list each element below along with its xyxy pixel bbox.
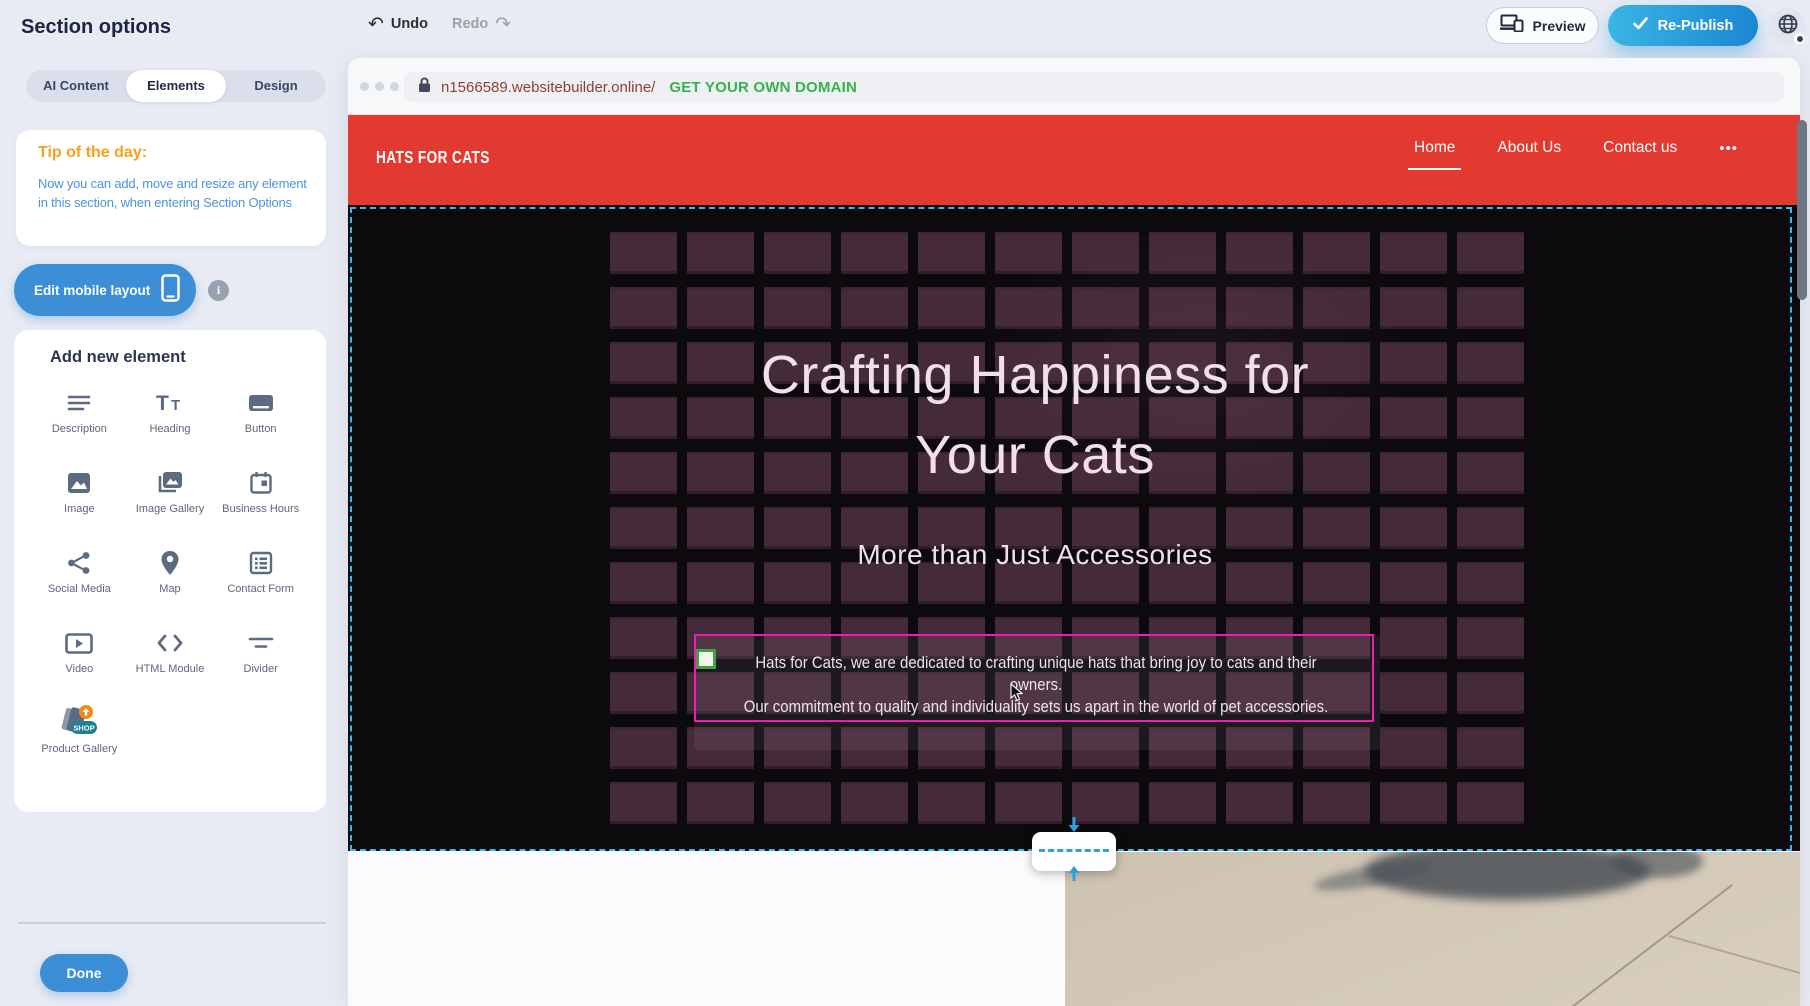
heading-icon: TT	[155, 386, 185, 420]
business-hours-icon	[249, 466, 273, 500]
html-module-icon	[156, 626, 184, 660]
address-bar[interactable]: n1566589.websitebuilder.online/ GET YOUR…	[404, 72, 1784, 102]
add-new-element-panel: Add new element Description TT Heading B…	[14, 330, 326, 812]
add-item-video[interactable]: Video	[34, 626, 125, 701]
undo-icon: ↶	[368, 14, 384, 34]
hero-paragraph: Hats for Cats, we are dedicated to craft…	[739, 652, 1334, 718]
mouse-cursor-icon	[1010, 683, 1023, 707]
edit-mobile-layout-button[interactable]: Edit mobile layout	[14, 264, 196, 316]
info-icon[interactable]: i	[208, 280, 229, 301]
undo-label: Undo	[391, 16, 428, 32]
add-item-business-hours[interactable]: Business Hours	[215, 466, 306, 541]
floor-photo	[1065, 852, 1800, 1006]
hero-section[interactable]: Crafting Happiness for Your Cats More th…	[348, 205, 1800, 851]
nav-home[interactable]: Home	[1414, 139, 1455, 166]
panel-divider	[18, 922, 326, 924]
add-item-map[interactable]: Map	[125, 546, 216, 621]
hero-heading-line2: Your Cats	[585, 415, 1485, 495]
redo-label: Redo	[452, 16, 488, 32]
tile-grout-line	[1571, 884, 1733, 1006]
add-item-heading[interactable]: TT Heading	[125, 386, 216, 461]
social-media-icon	[67, 546, 91, 580]
check-icon	[1633, 17, 1648, 35]
add-item-button[interactable]: Button	[215, 386, 306, 461]
devices-icon	[1500, 14, 1524, 37]
panel-tabs: AI Content Elements Design	[26, 70, 326, 102]
site-nav: Home About Us Contact us •••	[1414, 139, 1738, 166]
tab-ai-content[interactable]: AI Content	[26, 70, 126, 102]
hero-paragraph-line1: Hats for Cats, we are dedicated to craft…	[739, 652, 1334, 696]
add-element-title: Add new element	[50, 348, 186, 367]
add-item-image[interactable]: Image	[34, 466, 125, 541]
tab-design[interactable]: Design	[226, 70, 326, 102]
site-header: HATS FOR CATS Home About Us Contact us •…	[348, 115, 1800, 205]
site-url: n1566589.websitebuilder.online/	[441, 79, 655, 96]
app-window: ↶ Undo Redo ↷ Preview Re-Publish Section…	[0, 0, 1810, 1006]
divider-icon	[248, 626, 274, 660]
preview-label: Preview	[1533, 18, 1586, 34]
add-item-divider[interactable]: Divider	[215, 626, 306, 701]
redo-button[interactable]: Redo ↷	[452, 14, 511, 34]
hero-heading-line1: Crafting Happiness for	[585, 335, 1485, 415]
hero-paragraph-line2: Our commitment to quality and individual…	[739, 696, 1334, 718]
add-item-contact-form[interactable]: Contact Form	[215, 546, 306, 621]
svg-text:SHOP: SHOP	[74, 724, 95, 733]
contact-form-icon	[249, 546, 273, 580]
description-icon	[66, 386, 92, 420]
page-title: Section options	[21, 16, 171, 39]
globe-status-dot	[1794, 33, 1805, 44]
edit-mobile-layout-label: Edit mobile layout	[34, 283, 150, 298]
republish-label: Re-Publish	[1658, 18, 1734, 34]
svg-text:T: T	[156, 392, 169, 415]
nav-about-us[interactable]: About Us	[1497, 139, 1561, 166]
lock-icon	[418, 77, 431, 98]
video-icon	[65, 626, 93, 660]
add-item-social-media[interactable]: Social Media	[34, 546, 125, 621]
tip-body: Now you can add, move and resize any ele…	[38, 174, 316, 212]
arrow-up-icon	[1066, 866, 1082, 886]
browser-chrome: n1566589.websitebuilder.online/ GET YOUR…	[348, 58, 1800, 115]
nav-more-icon[interactable]: •••	[1719, 140, 1738, 166]
tip-of-the-day-card: Tip of the day: Now you can add, move an…	[16, 130, 326, 246]
phone-icon	[161, 274, 180, 307]
add-item-image-gallery[interactable]: Image Gallery	[125, 466, 216, 541]
hero-subheading: More than Just Accessories	[857, 539, 1212, 571]
add-item-product-gallery[interactable]: SHOP Product Gallery	[34, 706, 125, 781]
republish-button[interactable]: Re-Publish	[1608, 5, 1758, 46]
site-preview-window: n1566589.websitebuilder.online/ GET YOUR…	[348, 58, 1800, 1006]
button-icon	[248, 386, 274, 420]
tile-grout-line	[1669, 935, 1800, 977]
add-item-html-module[interactable]: HTML Module	[125, 626, 216, 701]
undo-button[interactable]: ↶ Undo	[368, 14, 428, 34]
arrow-down-icon	[1066, 817, 1082, 837]
add-element-grid: Description TT Heading Button Image	[34, 386, 306, 781]
hero-heading: Crafting Happiness for Your Cats	[585, 335, 1485, 495]
svg-text:T: T	[171, 397, 180, 414]
language-globe-button[interactable]	[1769, 8, 1806, 45]
done-button[interactable]: Done	[40, 954, 128, 992]
preview-scrollbar-thumb[interactable]	[1797, 120, 1807, 300]
section-resize-handle[interactable]	[1032, 832, 1116, 871]
image-gallery-icon	[156, 466, 183, 500]
preview-button[interactable]: Preview	[1486, 7, 1599, 44]
redo-icon: ↷	[495, 14, 511, 34]
tab-elements[interactable]: Elements	[126, 70, 226, 102]
nav-contact-us[interactable]: Contact us	[1603, 139, 1677, 166]
site-logo: HATS FOR CATS	[376, 147, 490, 168]
map-icon	[160, 546, 180, 580]
get-your-own-domain-link[interactable]: GET YOUR OWN DOMAIN	[669, 79, 857, 96]
drag-handle[interactable]	[696, 649, 716, 669]
product-gallery-icon: SHOP	[53, 706, 105, 740]
tip-title: Tip of the day:	[38, 144, 147, 162]
image-icon	[67, 466, 91, 500]
add-item-description[interactable]: Description	[34, 386, 125, 461]
window-dots	[360, 82, 399, 91]
